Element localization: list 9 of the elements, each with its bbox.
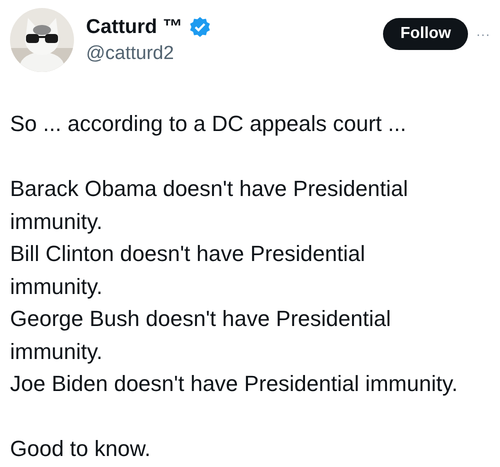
tweet-text-line: Bill Clinton doesn't have Presidential immunity. — [10, 240, 366, 301]
tweet-text-line: Barack Obama doesn't have Presidential immunity. — [10, 175, 409, 236]
tweet-text-line: George Bush doesn't have Presidential immunity. — [10, 305, 392, 366]
tweet-text-line: So ... according to a DC appeals court ... — [10, 110, 408, 138]
author-handle: @catturd2 — [86, 42, 175, 66]
follow-button[interactable]: Follow — [383, 18, 468, 50]
tweet-text-line: Joe Biden doesn't have Presidential immunity. — [10, 370, 459, 398]
tweet-text-line: Good to know. — [10, 435, 152, 463]
author-name: Catturd ™ — [86, 15, 183, 40]
